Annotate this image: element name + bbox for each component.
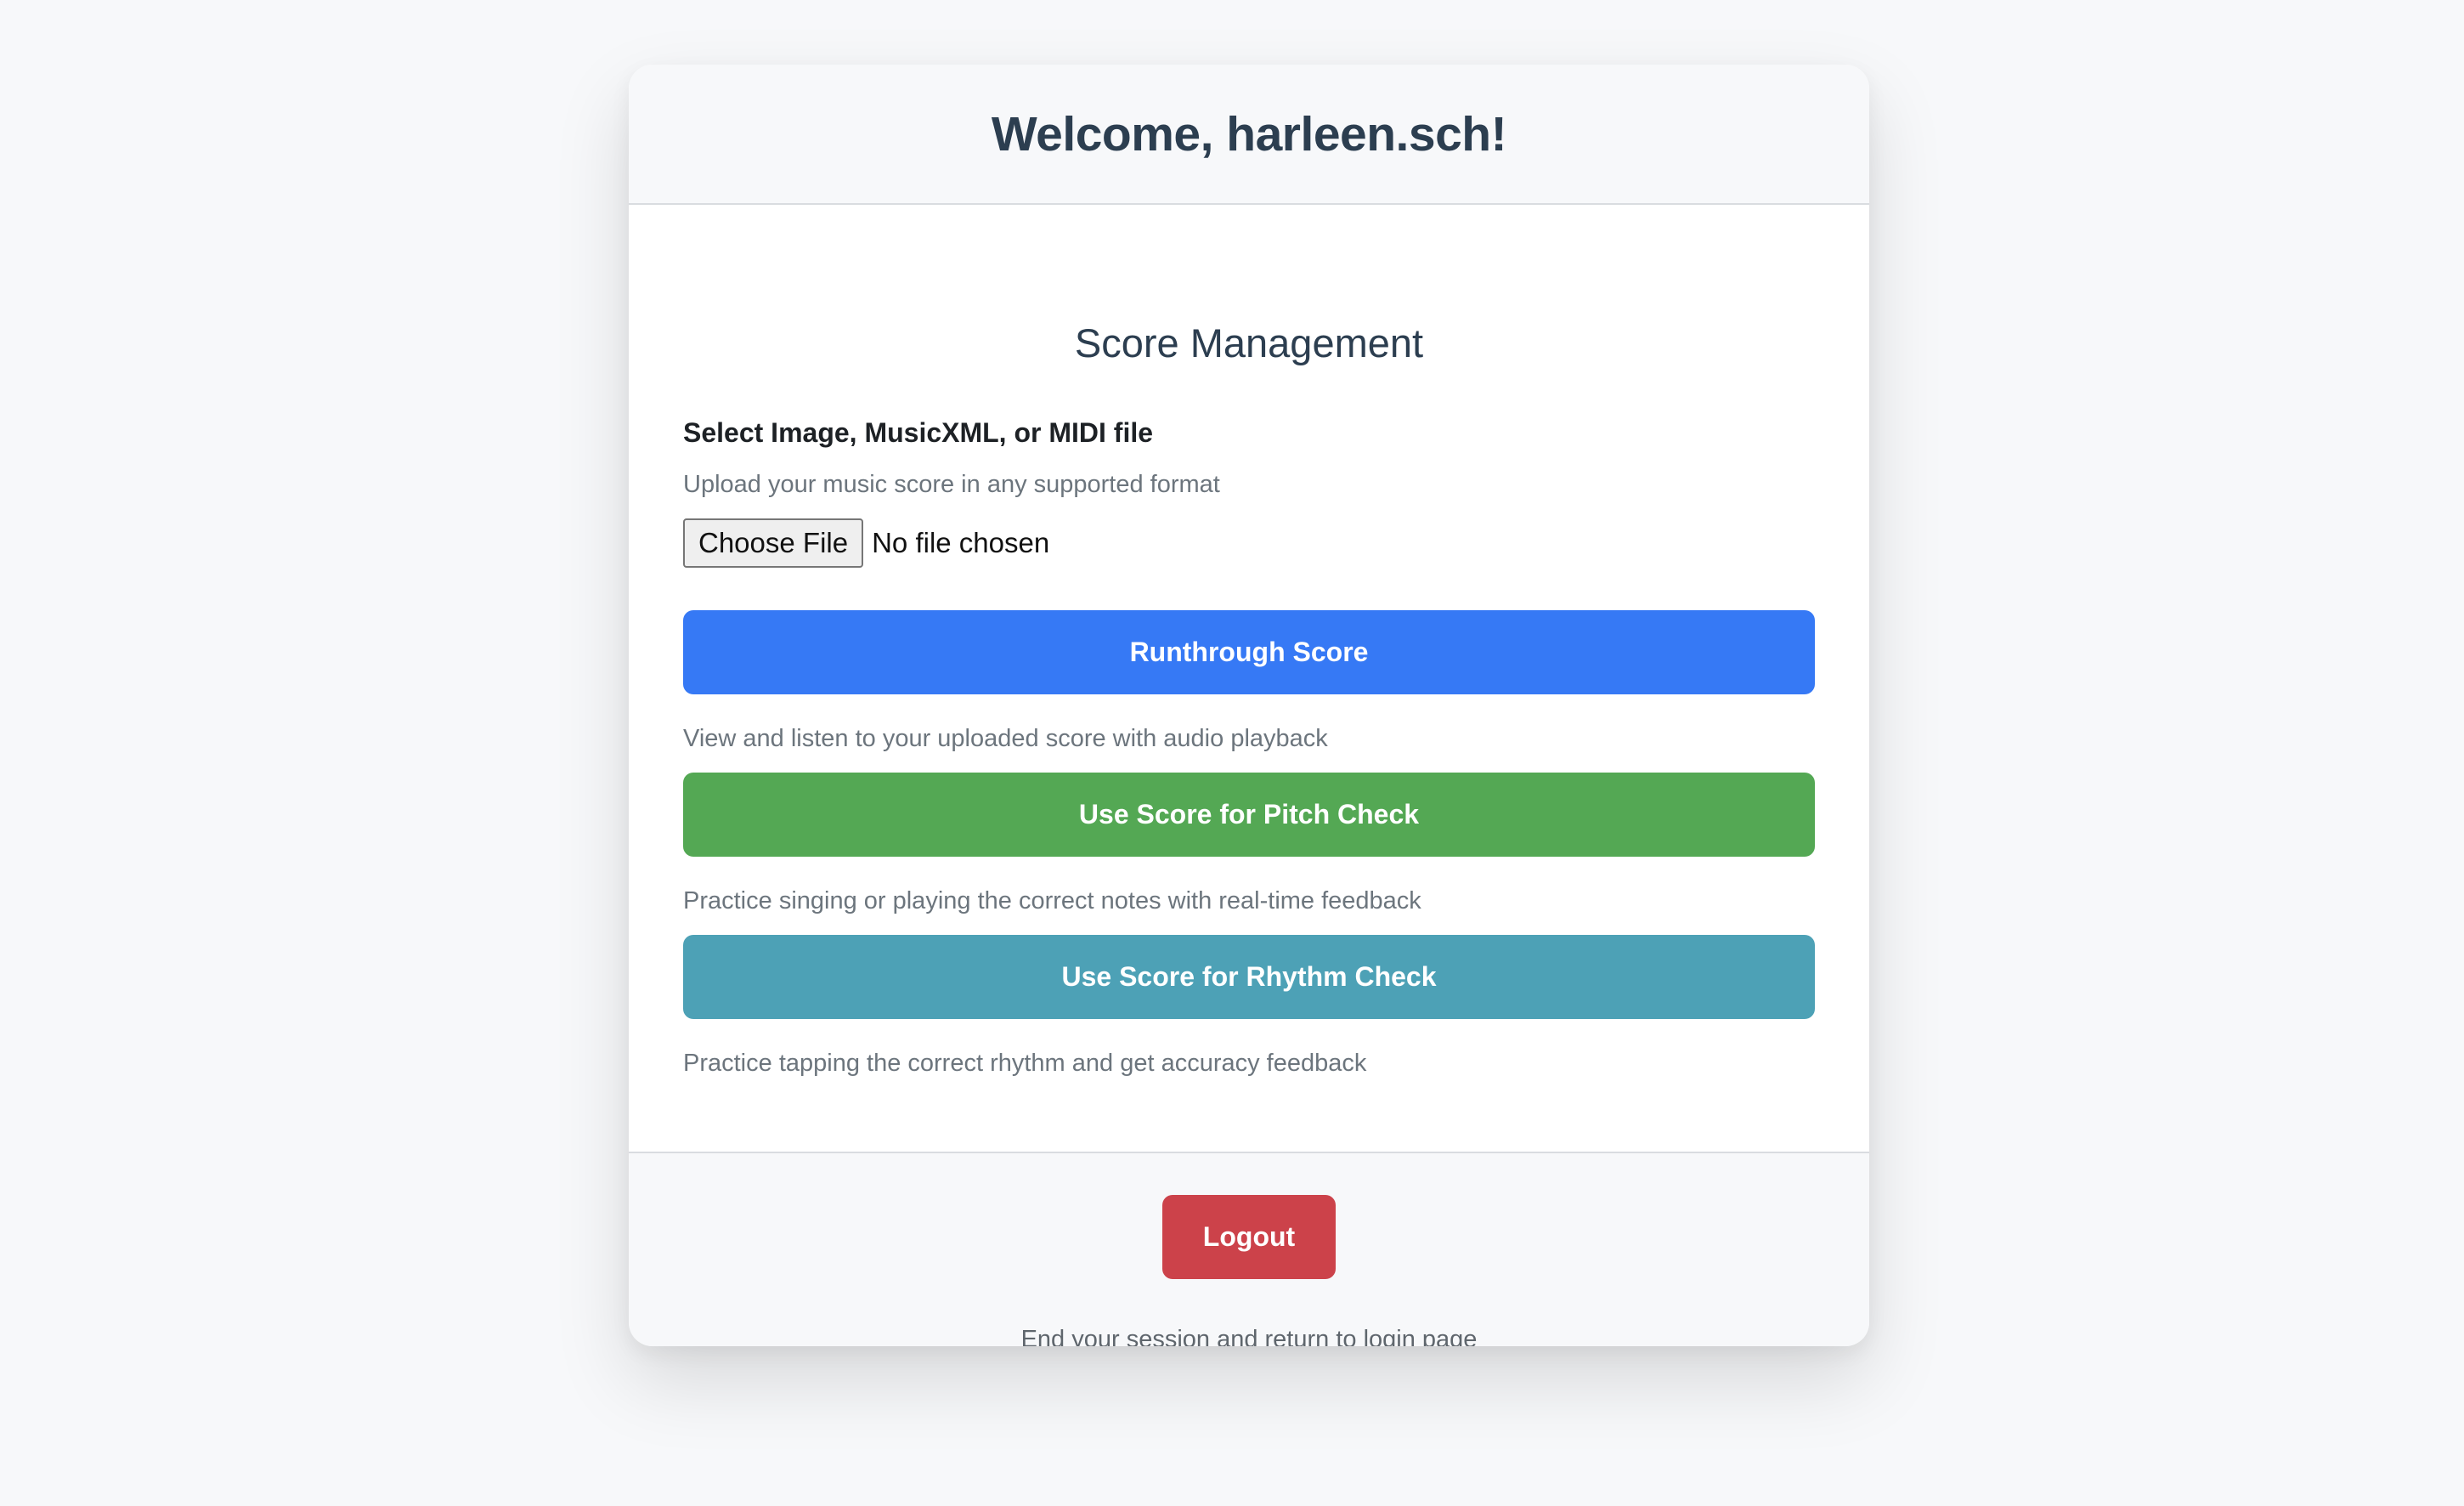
card-footer: Logout End your session and return to lo…: [629, 1152, 1869, 1346]
welcome-title: Welcome, harleen.sch!: [991, 106, 1507, 161]
rhythm-check-button[interactable]: Use Score for Rhythm Check: [683, 935, 1815, 1019]
file-status: No file chosen: [872, 527, 1050, 558]
choose-file-button[interactable]: Choose File: [683, 518, 864, 568]
file-field-label: Select Image, MusicXML, or MIDI file: [683, 417, 1154, 448]
score-management-section: Score Management Select Image, MusicXML,…: [629, 205, 1869, 1152]
logout-button[interactable]: Logout: [1162, 1195, 1336, 1279]
rhythm-check-hint: Practice tapping the correct rhythm and …: [683, 1050, 1367, 1077]
runthrough-score-button[interactable]: Runthrough Score: [683, 610, 1815, 694]
dashboard-card: Welcome, harleen.sch! Score Management S…: [629, 65, 1869, 1346]
file-hint: Upload your music score in any supported…: [683, 471, 1220, 498]
card-header: Welcome, harleen.sch!: [629, 65, 1869, 205]
pitch-check-hint: Practice singing or playing the correct …: [683, 887, 1421, 914]
logout-hint: End your session and return to login pag…: [1020, 1326, 1478, 1346]
pitch-check-button[interactable]: Use Score for Pitch Check: [683, 773, 1815, 857]
file-input[interactable]: Choose File No file chosen: [683, 518, 1049, 569]
runthrough-hint: View and listen to your uploaded score w…: [683, 725, 1328, 752]
section-title: Score Management: [1074, 320, 1424, 365]
